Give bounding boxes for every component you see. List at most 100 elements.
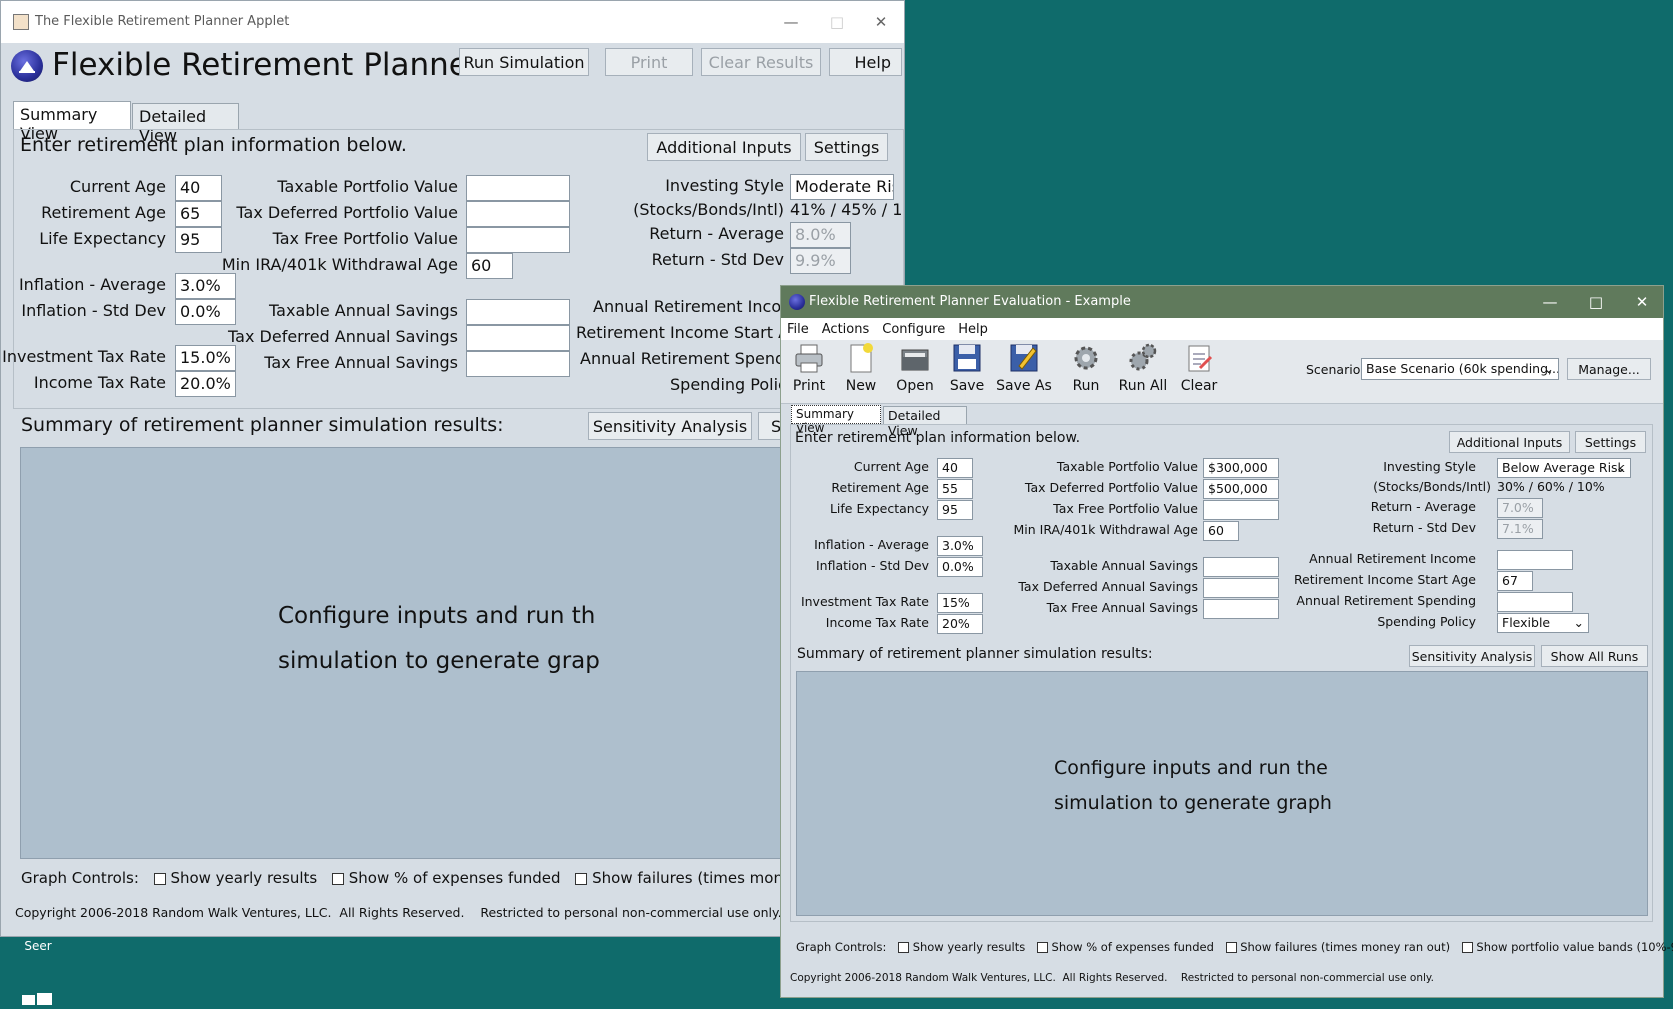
- windows-start-icon[interactable]: [22, 990, 52, 1005]
- annual-spending-field[interactable]: [1497, 592, 1573, 612]
- tab-detailed-view[interactable]: Detailed View: [883, 406, 967, 438]
- show-expenses-funded-checkbox[interactable]: Show % of expenses funded: [332, 869, 561, 887]
- taxable-savings-field[interactable]: [1203, 557, 1279, 577]
- run-simulation-button[interactable]: Run Simulation: [459, 48, 589, 76]
- help-button[interactable]: Help: [829, 48, 902, 76]
- investing-style-select[interactable]: Below Average Risk ⌄: [1497, 458, 1631, 478]
- tax-free-savings-label: Tax Free Annual Savings: [1046, 600, 1198, 615]
- income-tax-field[interactable]: 20.0%: [175, 371, 236, 397]
- tool-new[interactable]: New: [833, 342, 889, 402]
- tax-deferred-savings-label: Tax Deferred Annual Savings: [228, 327, 458, 346]
- income-tax-label: Income Tax Rate: [33, 373, 166, 392]
- retirement-age-field[interactable]: 55: [937, 479, 973, 499]
- copyright: Copyright 2006-2018 Random Walk Ventures…: [790, 972, 1434, 984]
- tab-summary-view[interactable]: Summary View: [13, 101, 131, 143]
- close-icon[interactable]: ✕: [1618, 286, 1666, 318]
- inflation-average-field[interactable]: 3.0%: [937, 536, 983, 556]
- manage-button[interactable]: Manage...: [1567, 358, 1651, 380]
- graph-controls: Graph Controls: Show yearly results Show…: [796, 940, 1673, 954]
- tax-free-savings-field[interactable]: [1203, 599, 1279, 619]
- sensitivity-analysis-button[interactable]: Sensitivity Analysis: [588, 412, 752, 440]
- inflation-stddev-field[interactable]: 0.0%: [175, 299, 236, 325]
- additional-inputs-button[interactable]: Additional Inputs: [1449, 431, 1570, 453]
- min-ira-age-field[interactable]: 60: [466, 253, 513, 279]
- tax-deferred-savings-field[interactable]: [466, 325, 570, 351]
- retirement-age-field[interactable]: 65: [175, 201, 222, 227]
- tax-free-portfolio-field[interactable]: [466, 227, 570, 253]
- settings-button[interactable]: Settings: [1575, 431, 1646, 453]
- inflation-stddev-field[interactable]: 0.0%: [937, 557, 983, 577]
- investment-tax-field[interactable]: 15.0%: [175, 345, 236, 371]
- minimize-icon[interactable]: —: [767, 1, 815, 43]
- toolbar: Print New Open Save Save As Run Run All: [781, 340, 1663, 404]
- return-stddev-field: 9.9%: [790, 248, 851, 274]
- settings-button[interactable]: Settings: [805, 133, 888, 161]
- income-start-age-label: Retirement Income Start Age: [576, 323, 810, 342]
- tool-save[interactable]: Save: [939, 342, 995, 402]
- sensitivity-analysis-button[interactable]: Sensitivity Analysis: [1409, 645, 1535, 667]
- menu-configure[interactable]: Configure: [882, 322, 945, 337]
- clear-results-button[interactable]: Clear Results: [701, 48, 821, 76]
- maximize-icon[interactable]: □: [1572, 286, 1620, 318]
- tool-clear[interactable]: Clear: [1171, 342, 1227, 402]
- tax-free-portfolio-field[interactable]: [1203, 500, 1279, 520]
- taxable-portfolio-field[interactable]: [466, 175, 570, 201]
- annual-income-field[interactable]: [1497, 550, 1573, 570]
- print-button[interactable]: Print: [605, 48, 693, 76]
- chevron-down-icon: ⌄: [1543, 361, 1554, 376]
- menu-actions[interactable]: Actions: [822, 322, 870, 337]
- graph-placeholder-line-1: Configure inputs and run th: [278, 603, 596, 629]
- show-portfolio-bands-checkbox[interactable]: Show portfolio value bands (10%-90%): [1461, 940, 1673, 954]
- menu-help[interactable]: Help: [958, 322, 988, 337]
- annual-income-label: Annual Retirement Income: [1309, 551, 1476, 566]
- show-yearly-checkbox[interactable]: Show yearly results: [898, 940, 1025, 954]
- new-document-icon: [850, 343, 873, 373]
- return-average-field: 7.0%: [1497, 498, 1543, 518]
- life-expectancy-field[interactable]: 95: [937, 500, 973, 520]
- taxable-savings-field[interactable]: [466, 299, 570, 325]
- tool-print[interactable]: Print: [781, 342, 837, 402]
- additional-inputs-button[interactable]: Additional Inputs: [647, 133, 801, 161]
- show-yearly-checkbox[interactable]: Show yearly results: [153, 869, 317, 887]
- show-failures-checkbox[interactable]: Show failures (times money ran out): [1225, 940, 1450, 954]
- tool-save-as[interactable]: Save As: [994, 342, 1054, 402]
- applet-window: The Flexible Retirement Planner Applet —…: [0, 0, 905, 937]
- tab-summary-view[interactable]: Summary View: [791, 405, 881, 435]
- income-start-age-field[interactable]: 67: [1497, 571, 1533, 591]
- investing-style-select[interactable]: Moderate Risk: [790, 174, 894, 200]
- chevron-down-icon: ⌄: [1615, 460, 1626, 475]
- tax-deferred-savings-field[interactable]: [1203, 578, 1279, 598]
- annual-spending-label: Annual Retirement Spending: [580, 349, 810, 368]
- taxable-portfolio-field[interactable]: $300,000: [1203, 458, 1279, 478]
- current-age-field[interactable]: 40: [175, 175, 222, 201]
- tool-run-all[interactable]: Run All: [1115, 342, 1171, 402]
- maximize-icon[interactable]: □: [813, 1, 861, 43]
- inflation-average-label: Inflation - Average: [814, 537, 929, 552]
- investment-tax-field[interactable]: 15%: [937, 593, 983, 613]
- show-expenses-funded-checkbox[interactable]: Show % of expenses funded: [1036, 940, 1214, 954]
- inflation-stddev-label: Inflation - Std Dev: [21, 301, 166, 320]
- taxable-savings-label: Taxable Annual Savings: [269, 301, 458, 320]
- min-ira-age-field[interactable]: 60: [1203, 521, 1239, 541]
- tool-run[interactable]: Run: [1058, 342, 1114, 402]
- scenario-select[interactable]: Base Scenario (60k spending,... ⌄: [1361, 358, 1559, 380]
- menu-file[interactable]: File: [787, 322, 809, 337]
- graph-placeholder-line-2: simulation to generate grap: [278, 648, 600, 674]
- tax-deferred-portfolio-field[interactable]: $500,000: [1203, 479, 1279, 499]
- clear-document-icon: [1188, 345, 1213, 372]
- show-all-runs-button[interactable]: Show All Runs: [1541, 645, 1648, 667]
- evaluation-window: Flexible Retirement Planner Evaluation -…: [780, 285, 1673, 998]
- tab-detailed-view[interactable]: Detailed View: [132, 103, 239, 145]
- tax-free-savings-field[interactable]: [466, 351, 570, 377]
- investing-style-label: Investing Style: [665, 176, 784, 195]
- taxable-portfolio-label: Taxable Portfolio Value: [1056, 459, 1198, 474]
- tool-open[interactable]: Open: [887, 342, 943, 402]
- chevron-down-icon: ⌄: [1573, 615, 1584, 630]
- income-tax-field[interactable]: 20%: [937, 614, 983, 634]
- minimize-icon[interactable]: —: [1526, 286, 1574, 318]
- tax-deferred-portfolio-field[interactable]: [466, 201, 570, 227]
- close-icon[interactable]: ✕: [857, 1, 905, 43]
- life-expectancy-field[interactable]: 95: [175, 227, 222, 253]
- spending-policy-select[interactable]: Flexible ⌄: [1497, 613, 1589, 633]
- current-age-field[interactable]: 40: [937, 458, 973, 478]
